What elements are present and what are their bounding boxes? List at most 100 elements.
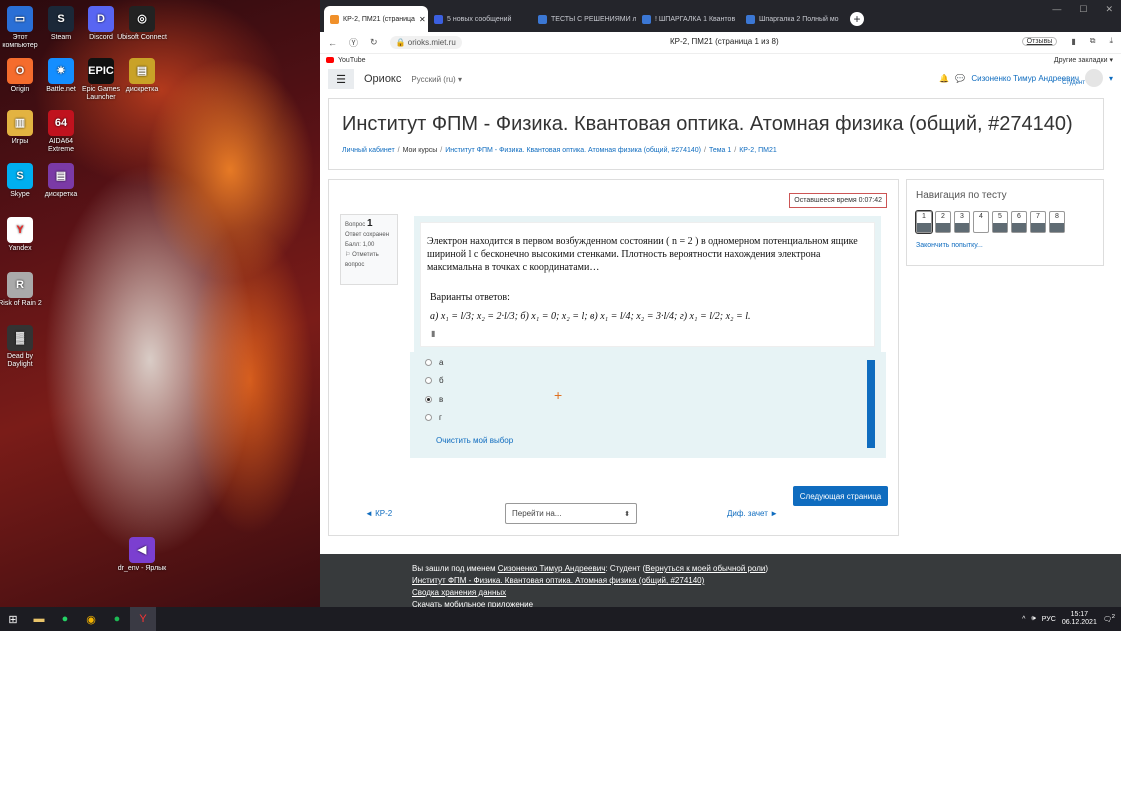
desktop: ▭ Этот компьютер S Steam D Discord ◎ Ubisoft Co… <box>0 0 320 607</box>
notifications-icon[interactable]: 🔔 <box>939 74 949 83</box>
answer-option[interactable]: а <box>425 358 443 367</box>
quiz-page-button[interactable]: 5 <box>992 211 1008 233</box>
bookmark-youtube[interactable]: YouTube <box>338 57 366 64</box>
bookmarks-bar: YouTube Другие закладки ▾ <box>320 54 1121 66</box>
data-retention-link[interactable]: Сводка хранения данных <box>412 588 506 597</box>
tray-arrow-icon[interactable]: ^ <box>1022 616 1025 623</box>
notifications-center-icon[interactable]: 🗨2 <box>1103 614 1115 623</box>
bookmark-icon[interactable]: ▮ <box>1071 37 1075 46</box>
breadcrumb-item[interactable]: Институт ФПМ - Физика. Квантовая оптика.… <box>445 147 701 154</box>
avatar[interactable] <box>1084 69 1103 87</box>
other-bookmarks[interactable]: Другие закладки ▾ <box>1054 56 1113 64</box>
answer-radio[interactable] <box>425 377 432 384</box>
breadcrumb-item[interactable]: Тема 1 <box>709 147 731 154</box>
desktop-shortcut[interactable]: ▤ дискретка <box>116 58 168 94</box>
desktop-shortcut[interactable]: Y Yandex <box>0 217 46 253</box>
question-label: Вопрос <box>345 222 366 228</box>
extensions-icon[interactable]: ⧉ <box>1090 36 1096 46</box>
whatsapp-icon[interactable]: ● <box>52 607 78 631</box>
desktop-shortcut[interactable]: 64 AIDA64 Extreme <box>35 110 87 154</box>
close-tab-icon[interactable]: ✕ <box>419 15 426 24</box>
quiz-page-button[interactable]: 7 <box>1030 211 1046 233</box>
yandex-button-icon[interactable]: Ⓨ <box>349 36 358 49</box>
desktop-shortcut[interactable]: ▓ Dead by Daylight <box>0 325 46 369</box>
reviews-button[interactable]: Отзывы <box>1021 36 1058 46</box>
next-activity-link[interactable]: Диф. зачет ► <box>727 509 778 518</box>
page-content: Институт ФПМ - Физика. Квантовая оптика.… <box>328 94 1113 554</box>
scrollbar[interactable] <box>867 360 875 448</box>
answer-option[interactable]: г <box>425 413 442 422</box>
new-tab-button[interactable]: + <box>850 12 864 26</box>
start-icon[interactable]: ⊞ <box>0 607 26 631</box>
back-icon[interactable]: ← <box>328 38 337 48</box>
youtube-icon <box>326 57 334 63</box>
aida64-icon: 64 <box>48 110 74 136</box>
browser-tab[interactable]: Шпаргалка 2 Полный мо <box>740 6 844 32</box>
prev-activity-link[interactable]: ◄ КР-2 <box>365 509 392 518</box>
desktop-shortcut[interactable]: R Risk of Rain 2 <box>0 272 46 308</box>
next-page-button[interactable]: Следующая страница <box>793 486 888 506</box>
epic-icon: EPIC <box>88 58 114 84</box>
tab-label: ТЕСТЫ С РЕШЕНИЯМИ л <box>551 15 636 23</box>
flag-question-link[interactable]: ⚐ Отметить вопрос <box>345 250 393 270</box>
skype-icon: S <box>7 163 33 189</box>
menu-toggle-button[interactable]: ☰ <box>328 69 354 89</box>
footer-course-link[interactable]: Институт ФПМ - Физика. Квантовая оптика.… <box>412 576 704 585</box>
chrome-icon[interactable]: ◉ <box>78 607 104 631</box>
desktop-shortcut[interactable]: ◀ dr_env - Ярлык <box>116 537 168 573</box>
url-field[interactable]: 🔒 orioks.miet.ru <box>389 36 462 49</box>
user-menu[interactable]: 🔔 💬 Сизоненко Тимур Андреевич ▾ <box>939 69 1113 87</box>
quiz-page-button[interactable]: 2 <box>935 211 951 233</box>
quiz-page-button[interactable]: 4 <box>973 211 989 233</box>
desktop-shortcut-label: дискретка <box>44 191 78 198</box>
spotify-icon[interactable]: ● <box>104 607 130 631</box>
breadcrumb-item[interactable]: Личный кабинет <box>342 147 395 154</box>
quiz-page-button[interactable]: 8 <box>1049 211 1065 233</box>
footer-user-link[interactable]: Сизоненко Тимур Андреевич <box>498 564 606 573</box>
yandex-browser-icon[interactable]: Y <box>130 607 156 631</box>
answer-label: в <box>439 395 444 404</box>
breadcrumb-item[interactable]: КР-2, ПМ21 <box>739 147 777 154</box>
browser-tab[interactable]: КР-2, ПМ21 (страница ✕ <box>324 6 428 32</box>
explorer-icon[interactable]: ▬ <box>26 607 52 631</box>
clear-choice-link[interactable]: Очистить мой выбор <box>436 436 513 445</box>
window-controls: — ☐ ✕ <box>1052 4 1113 15</box>
return-role-link[interactable]: Вернуться к моей обычной роли <box>645 564 765 573</box>
answer-option[interactable]: в <box>425 395 443 404</box>
volume-icon[interactable]: 🕪 <box>1031 615 1035 623</box>
browser-tab[interactable]: ТЕСТЫ С РЕШЕНИЯМИ л <box>532 6 636 32</box>
question-text: Электрон находится в первом возбужденном… <box>427 236 858 273</box>
site-brand[interactable]: Ориокс <box>364 73 401 85</box>
tab-favicon-icon <box>746 14 755 24</box>
quiz-page-button[interactable]: 1 <box>915 210 933 234</box>
quiz-page-button[interactable]: 6 <box>1011 211 1027 233</box>
logged-as-text: Вы зашли под именем <box>412 564 496 573</box>
quiz-page-button[interactable]: 3 <box>954 211 970 233</box>
browser-tab[interactable]: 5 новых сообщений <box>428 6 532 32</box>
desktop-shortcut-label: dr_env - Ярлык <box>117 565 167 572</box>
question-number-line: Вопрос 1 <box>345 219 393 230</box>
other-bookmarks-label: Другие закладки <box>1053 57 1108 64</box>
browser-tab[interactable]: ! ШПАРГАЛКА 1 Квантов <box>636 6 740 32</box>
clock[interactable]: 15:17 06.12.2021 <box>1062 611 1097 627</box>
jump-to-select[interactable]: Перейти на... ⬍ <box>505 503 637 524</box>
role-text: : Студент ( <box>605 564 646 573</box>
messages-icon[interactable]: 💬 <box>955 74 965 83</box>
reload-icon[interactable]: ↻ <box>370 37 378 48</box>
finish-attempt-link[interactable]: Закончить попытку... <box>916 242 983 249</box>
language-menu[interactable]: Русский (ru) ▾ <box>411 75 462 84</box>
answer-option[interactable]: б <box>425 376 444 385</box>
download-icon[interactable]: ⤓ <box>1109 36 1113 46</box>
desktop-shortcut[interactable]: ◎ Ubisoft Connect <box>116 6 168 42</box>
maximize-icon[interactable]: ☐ <box>1079 4 1087 15</box>
steam-icon: S <box>48 6 74 32</box>
tray-lang[interactable]: РУС <box>1042 616 1056 623</box>
desktop-shortcut[interactable]: ▤ дискретка <box>35 163 87 199</box>
answer-radio[interactable] <box>425 359 432 366</box>
tab-label: Шпаргалка 2 Полный мо <box>759 15 839 23</box>
answer-radio[interactable] <box>425 414 432 421</box>
visualstudio-icon: ◀ <box>129 537 155 563</box>
answer-radio[interactable] <box>425 396 432 403</box>
minimize-icon[interactable]: — <box>1052 4 1061 15</box>
close-icon[interactable]: ✕ <box>1105 4 1113 15</box>
